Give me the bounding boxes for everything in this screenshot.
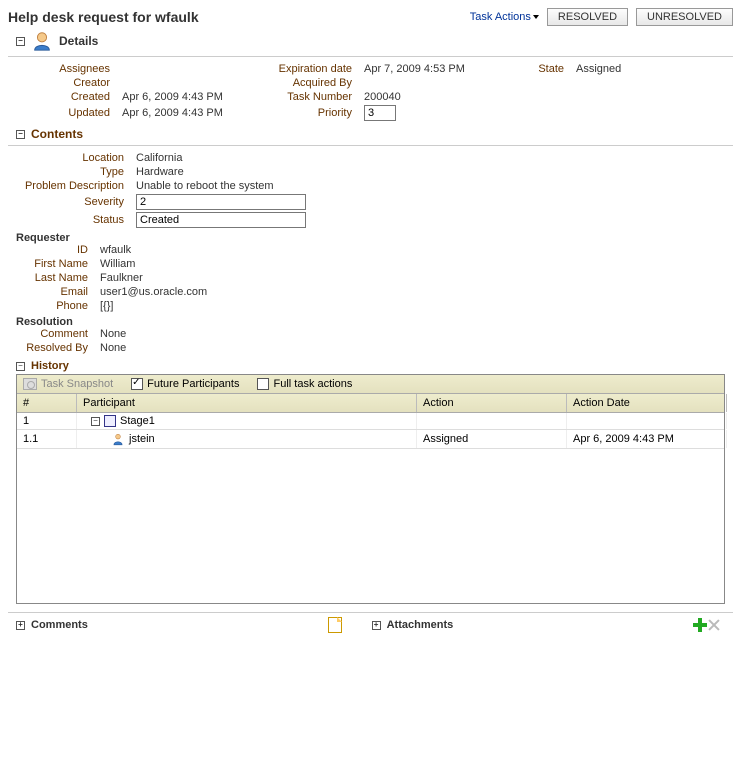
label-email: Email (14, 286, 94, 298)
label-type: Type (10, 166, 130, 178)
label-first-name: First Name (14, 258, 94, 270)
severity-input[interactable] (136, 194, 306, 210)
value-last-name: Faulkner (100, 272, 400, 284)
label-expiration: Expiration date (268, 63, 358, 75)
details-grid: Assignees Expiration date Apr 7, 2009 4:… (28, 63, 733, 121)
row-action-date: Apr 6, 2009 4:43 PM (567, 430, 727, 448)
new-comment-icon[interactable] (328, 617, 342, 633)
table-row[interactable]: 1.1 jstein Assigned Apr 6, 2009 4:43 PM (17, 430, 724, 449)
label-updated: Updated (28, 107, 116, 119)
future-participants-label: Future Participants (147, 378, 239, 390)
label-comment: Comment (14, 328, 94, 340)
future-participants-checkbox[interactable]: Future Participants (131, 378, 239, 390)
value-type: Hardware (136, 166, 436, 178)
value-expiration: Apr 7, 2009 4:53 PM (364, 63, 504, 75)
col-participant[interactable]: Participant (77, 394, 417, 412)
comments-label: Comments (31, 619, 88, 631)
row-num: 1.1 (17, 430, 77, 448)
status-input[interactable] (136, 212, 306, 228)
value-updated: Apr 6, 2009 4:43 PM (122, 107, 262, 119)
history-toolbar: Task Snapshot Future Participants Full t… (17, 375, 724, 394)
full-task-actions-label: Full task actions (273, 378, 352, 390)
value-location: California (136, 152, 436, 164)
resolved-button[interactable]: RESOLVED (547, 8, 628, 26)
resolution-header: Resolution (16, 316, 733, 328)
label-state: State (510, 63, 570, 75)
value-id: wfaulk (100, 244, 400, 256)
value-resolved-by: None (100, 342, 400, 354)
label-severity: Severity (10, 196, 130, 208)
label-phone: Phone (14, 300, 94, 312)
value-created: Apr 6, 2009 4:43 PM (122, 91, 262, 103)
task-actions-dropdown[interactable]: Task Actions (470, 11, 539, 23)
expand-toggle-comments[interactable]: + (16, 621, 25, 630)
row-participant: jstein (129, 433, 155, 445)
row-participant: Stage1 (120, 415, 155, 427)
requester-grid: ID wfaulk First Name William Last Name F… (14, 244, 733, 312)
label-task-number: Task Number (268, 91, 358, 103)
row-action (417, 413, 567, 429)
footer-bar: + Comments + Attachments (8, 612, 733, 641)
user-icon (31, 30, 53, 52)
stage-icon (104, 415, 116, 427)
value-state: Assigned (576, 63, 696, 75)
label-created: Created (28, 91, 116, 103)
contents-grid: Location California Type Hardware Proble… (10, 152, 733, 228)
priority-input[interactable] (364, 105, 396, 121)
row-num: 1 (17, 413, 77, 429)
value-first-name: William (100, 258, 400, 270)
camera-icon (23, 378, 37, 390)
label-acquired-by: Acquired By (268, 77, 358, 89)
col-action[interactable]: Action (417, 394, 567, 412)
row-action: Assigned (417, 430, 567, 448)
value-phone: [{}] (100, 300, 400, 312)
full-task-actions-checkbox[interactable]: Full task actions (257, 378, 352, 390)
add-attachment-icon[interactable] (693, 618, 707, 632)
label-resolved-by: Resolved By (14, 342, 94, 354)
label-id: ID (14, 244, 94, 256)
task-snapshot-button[interactable]: Task Snapshot (23, 378, 113, 390)
value-comment: None (100, 328, 400, 340)
collapse-toggle-stage[interactable]: − (91, 417, 100, 426)
history-table-header: # Participant Action Action Date (17, 394, 724, 413)
history-table-body: 1 − Stage1 1.1 jstein Assig (17, 413, 724, 603)
delete-attachment-icon[interactable] (707, 618, 721, 632)
checkbox-unchecked-icon (257, 378, 269, 390)
contents-section-header: − Contents (16, 127, 733, 141)
task-snapshot-label: Task Snapshot (41, 378, 113, 390)
collapse-toggle-contents[interactable]: − (16, 130, 25, 139)
label-last-name: Last Name (14, 272, 94, 284)
row-action-date (567, 413, 727, 429)
label-assignees: Assignees (28, 63, 116, 75)
history-label: History (31, 360, 69, 372)
collapse-toggle-details[interactable]: − (16, 37, 25, 46)
col-action-date[interactable]: Action Date (567, 394, 727, 412)
label-location: Location (10, 152, 130, 164)
table-row[interactable]: 1 − Stage1 (17, 413, 724, 430)
label-priority: Priority (268, 107, 358, 119)
details-section-header: − Details (16, 30, 733, 52)
page-title: Help desk request for wfaulk (8, 9, 462, 25)
task-actions-label: Task Actions (470, 11, 531, 23)
label-status: Status (10, 214, 130, 226)
col-num[interactable]: # (17, 394, 77, 412)
resolution-grid: Comment None Resolved By None (14, 328, 733, 354)
chevron-down-icon (533, 15, 539, 19)
value-task-number: 200040 (364, 91, 504, 103)
collapse-toggle-history[interactable]: − (16, 362, 25, 371)
expand-toggle-attachments[interactable]: + (372, 621, 381, 630)
label-creator: Creator (28, 77, 116, 89)
requester-header: Requester (16, 232, 733, 244)
value-email: user1@us.oracle.com (100, 286, 400, 298)
label-problem-desc: Problem Description (10, 180, 130, 192)
checkbox-checked-icon (131, 378, 143, 390)
contents-label: Contents (31, 127, 83, 141)
person-icon (111, 432, 125, 446)
details-label: Details (59, 34, 98, 48)
unresolved-button[interactable]: UNRESOLVED (636, 8, 733, 26)
value-problem-desc: Unable to reboot the system (136, 180, 436, 192)
attachments-label: Attachments (387, 619, 454, 631)
history-panel: Task Snapshot Future Participants Full t… (16, 374, 725, 604)
